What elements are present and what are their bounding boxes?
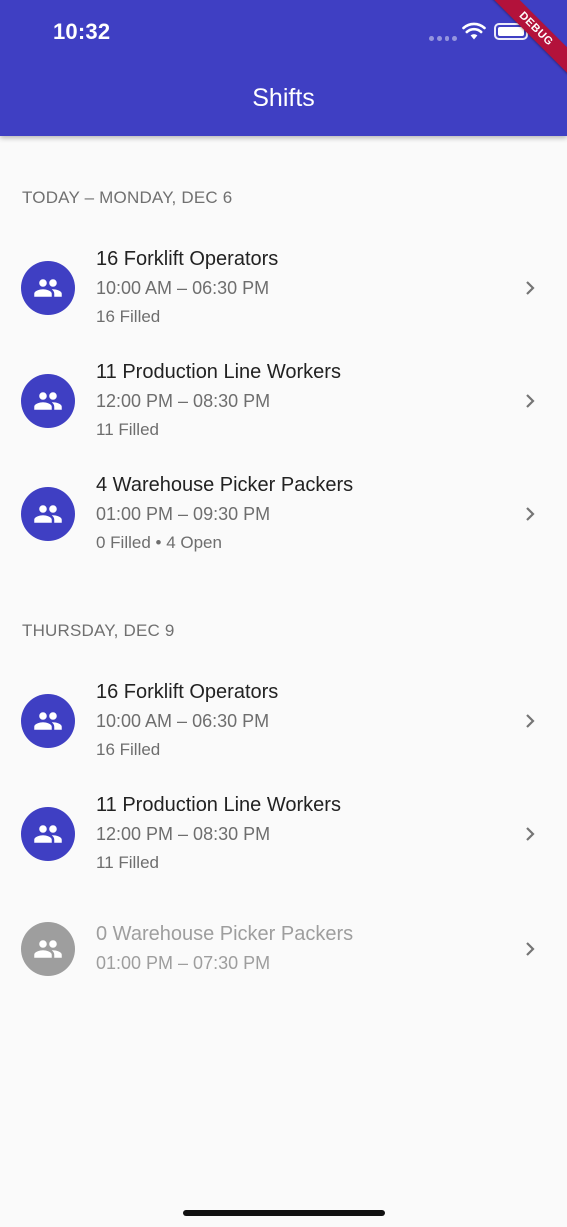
wifi-icon bbox=[462, 22, 486, 40]
section-header-today: TODAY – MONDAY, DEC 6 bbox=[22, 188, 233, 207]
shift-row-disabled[interactable]: 0 Warehouse Picker Packers 01:00 PM – 07… bbox=[0, 894, 567, 1004]
page-title: Shifts bbox=[252, 84, 315, 112]
shift-title: 16 Forklift Operators bbox=[96, 681, 279, 703]
shift-time: 01:00 PM – 07:30 PM bbox=[96, 953, 271, 973]
group-icon bbox=[21, 694, 75, 748]
group-icon bbox=[21, 374, 75, 428]
shift-status: 0 Filled • 4 Open bbox=[96, 533, 222, 552]
chevron-right-icon bbox=[526, 942, 535, 956]
shift-time: 10:00 AM – 06:30 PM bbox=[96, 278, 270, 298]
shift-time: 12:00 PM – 08:30 PM bbox=[96, 824, 271, 844]
home-indicator[interactable] bbox=[183, 1210, 385, 1216]
shift-title: 4 Warehouse Picker Packers bbox=[96, 474, 354, 496]
shift-title: 11 Production Line Workers bbox=[96, 794, 341, 816]
shift-row[interactable]: 11 Production Line Workers 12:00 PM – 08… bbox=[0, 779, 567, 889]
shift-row[interactable]: 16 Forklift Operators 10:00 AM – 06:30 P… bbox=[0, 666, 567, 776]
chevron-right-icon bbox=[526, 827, 535, 841]
shift-status: 16 Filled bbox=[96, 740, 161, 759]
shift-time: 10:00 AM – 06:30 PM bbox=[96, 711, 270, 731]
group-icon bbox=[21, 261, 75, 315]
chevron-right-icon bbox=[526, 281, 535, 295]
shift-title: 0 Warehouse Picker Packers bbox=[96, 923, 354, 945]
shift-time: 01:00 PM – 09:30 PM bbox=[96, 504, 271, 524]
status-time: 10:32 bbox=[53, 19, 111, 44]
chevron-right-icon bbox=[526, 394, 535, 408]
app-bar: 10:32 Shifts bbox=[0, 0, 567, 136]
shift-title: 16 Forklift Operators bbox=[96, 248, 279, 270]
group-icon bbox=[21, 922, 75, 976]
shift-row[interactable]: 4 Warehouse Picker Packers 01:00 PM – 09… bbox=[0, 459, 567, 569]
shift-row[interactable]: 11 Production Line Workers 12:00 PM – 08… bbox=[0, 346, 567, 456]
chevron-right-icon bbox=[526, 507, 535, 521]
group-icon bbox=[21, 807, 75, 861]
shift-title: 11 Production Line Workers bbox=[96, 361, 341, 383]
shift-row[interactable]: 16 Forklift Operators 10:00 AM – 06:30 P… bbox=[0, 233, 567, 343]
shift-status: 11 Filled bbox=[96, 420, 159, 439]
group-icon bbox=[21, 487, 75, 541]
chevron-right-icon bbox=[526, 714, 535, 728]
shift-status: 16 Filled bbox=[96, 307, 161, 326]
cellular-signal-icon bbox=[429, 36, 457, 41]
section-header-thursday: THURSDAY, DEC 9 bbox=[22, 621, 175, 640]
shift-status: 11 Filled bbox=[96, 853, 159, 872]
shift-time: 12:00 PM – 08:30 PM bbox=[96, 391, 271, 411]
